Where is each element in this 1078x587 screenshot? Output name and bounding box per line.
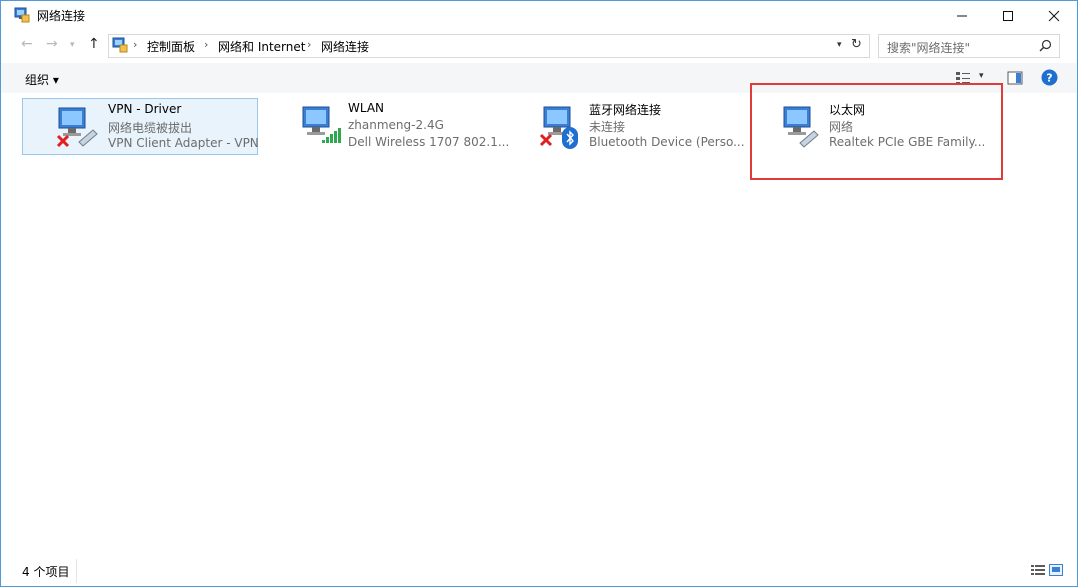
breadcrumb-network-internet[interactable]: 网络和 Internet: [218, 38, 305, 55]
connection-item-vpn-driver[interactable]: VPN - Driver 网络电缆被拔出 VPN Client Adapter …: [22, 98, 259, 155]
connection-name: VPN - Driver: [108, 102, 182, 116]
connection-status: zhanmeng-2.4G: [348, 118, 444, 132]
address-bar[interactable]: › 控制面板 › 网络和 Internet › 网络连接 ▾ ↻: [108, 34, 870, 58]
connection-name: 蓝牙网络连接: [589, 103, 662, 117]
network-connections-icon: [14, 7, 30, 23]
up-arrow-icon[interactable]: ↑: [88, 36, 100, 52]
close-button[interactable]: [1031, 1, 1077, 31]
status-divider: [76, 559, 77, 583]
status-bar: 4 个项目: [1, 557, 1077, 586]
window-title: 网络连接: [37, 9, 86, 23]
back-arrow-icon[interactable]: ←: [21, 36, 33, 52]
connection-status: 未连接: [589, 120, 626, 134]
search-box[interactable]: 搜索"网络连接": [878, 34, 1060, 58]
refresh-icon[interactable]: ↻: [851, 37, 862, 52]
minimize-button[interactable]: [939, 1, 985, 31]
large-icons-view-icon[interactable]: [1049, 564, 1063, 576]
maximize-button[interactable]: [985, 1, 1031, 31]
disconnected-x-icon: [539, 133, 553, 147]
close-icon: [1048, 10, 1060, 22]
preview-pane-icon[interactable]: [1007, 71, 1023, 85]
help-icon[interactable]: ?: [1041, 69, 1058, 86]
details-view-icon[interactable]: [1031, 564, 1045, 576]
svg-text:?: ?: [1046, 72, 1052, 85]
item-count: 4 个项目: [22, 565, 70, 579]
recent-dropdown-icon[interactable]: ▾: [70, 40, 75, 50]
search-icon[interactable]: [1039, 39, 1052, 52]
title-bar: 网络连接: [1, 1, 1077, 31]
maximize-icon: [1003, 11, 1013, 21]
address-dropdown-icon[interactable]: ▾: [837, 40, 842, 50]
bluetooth-icon: [562, 127, 578, 149]
wifi-signal-icon: [322, 128, 341, 143]
connection-item-wlan[interactable]: WLAN zhanmeng-2.4G Dell Wireless 1707 80…: [263, 98, 509, 155]
connection-device: Bluetooth Device (Perso...: [589, 135, 745, 149]
breadcrumb-separator: ›: [133, 38, 138, 51]
breadcrumb-separator: ›: [204, 38, 209, 51]
control-panel-icon: [112, 37, 128, 53]
forward-arrow-icon[interactable]: →: [46, 36, 58, 52]
minimize-icon: [957, 15, 967, 17]
connection-name: WLAN: [348, 101, 385, 115]
connection-item-bluetooth[interactable]: 蓝牙网络连接 未连接 Bluetooth Device (Perso...: [504, 98, 745, 155]
breadcrumb-control-panel[interactable]: 控制面板: [147, 38, 195, 55]
disconnected-x-icon: [56, 134, 70, 148]
connection-device: VPN Client Adapter - VPN: [108, 136, 259, 150]
breadcrumb-network-connections[interactable]: 网络连接: [321, 38, 369, 55]
view-dropdown-icon[interactable]: ▾: [979, 71, 984, 81]
network-connections-window: 网络连接 ← → ▾ ↑ › 控制面板 › 网络和 Internet › 网络连…: [0, 0, 1078, 587]
connection-device: Dell Wireless 1707 802.1...: [348, 135, 510, 149]
breadcrumb-separator: ›: [307, 38, 312, 51]
connection-status: 网络电缆被拔出: [108, 121, 193, 135]
highlight-box: [750, 83, 1003, 180]
organize-menu[interactable]: 组织 ▾: [25, 71, 59, 88]
search-placeholder: 搜索"网络连接": [887, 41, 971, 55]
